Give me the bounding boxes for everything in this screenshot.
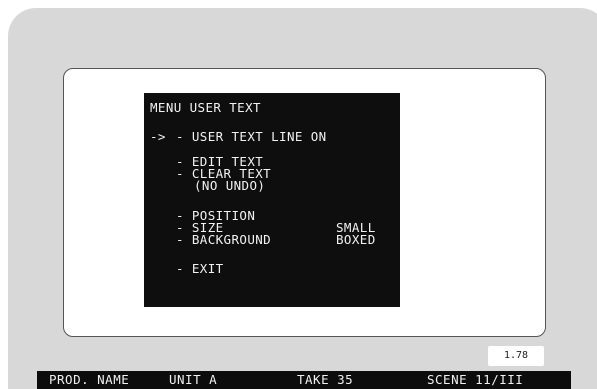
menu-item-no-undo-note: (NO UNDO) [194,178,266,193]
menu-item-user-text-line[interactable]: - USER TEXT LINE ON [176,130,327,143]
status-unit: UNIT A [169,372,218,387]
status-take: TAKE 35 [297,372,354,387]
menu-title: MENU USER TEXT [150,100,261,115]
status-bar: PROD. NAME UNIT A TAKE 35 SCENE 11/III [37,371,571,389]
menu-cursor: -> [150,129,166,144]
menu-item-background-value: BOXED [336,232,376,247]
menu-item-exit[interactable]: - EXIT [176,262,224,275]
aspect-ratio-indicator: 1.78 [488,346,544,366]
status-prod-name: PROD. NAME [49,372,130,387]
user-text-menu: MENU USER TEXT -> - USER TEXT LINE ON - … [144,93,400,307]
menu-item-background[interactable]: - BACKGROUND [176,233,271,246]
monitor-display: MENU USER TEXT -> - USER TEXT LINE ON - … [0,0,597,389]
status-scene: SCENE 11/III [427,372,524,387]
